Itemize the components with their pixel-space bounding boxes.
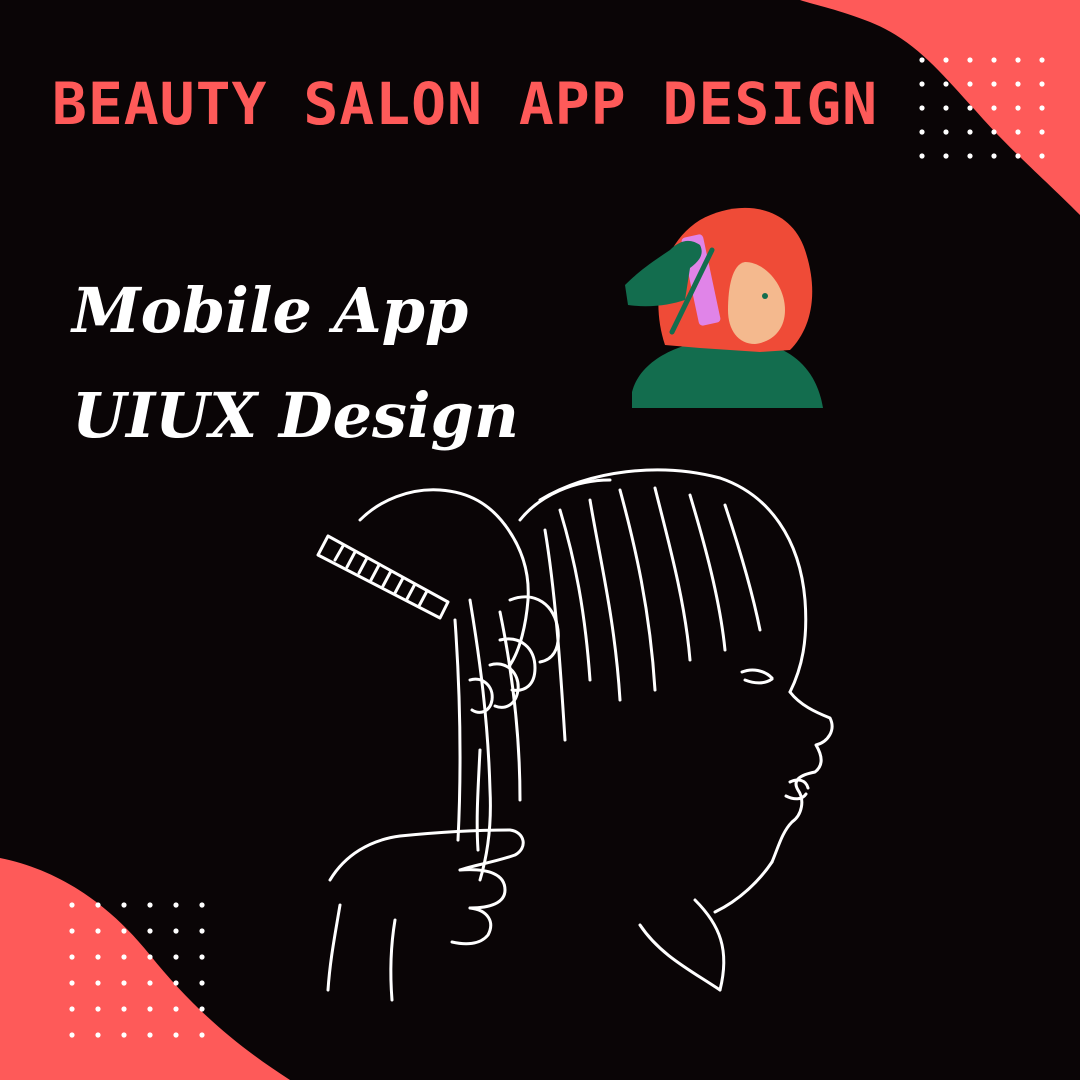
hairdresser-line-art [316,468,834,1002]
comb-icon [316,534,450,620]
